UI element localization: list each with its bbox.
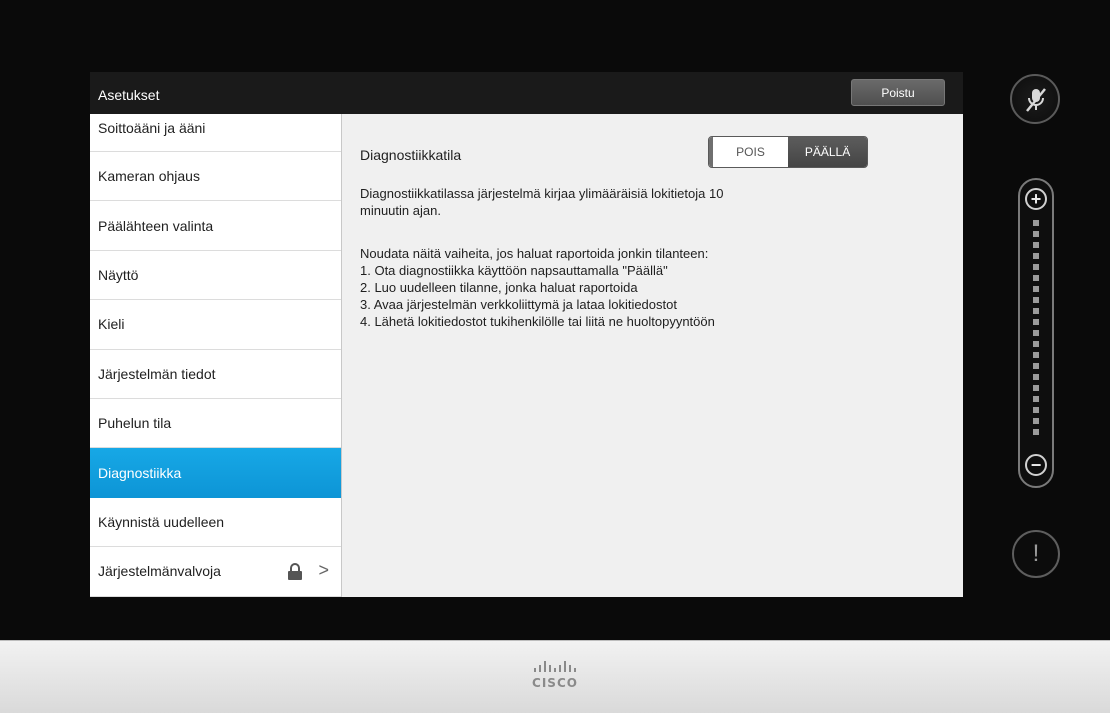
sidebar-item-call-status[interactable]: Puhelun tila <box>90 399 341 449</box>
chevron-right-icon: > <box>318 560 329 581</box>
sidebar-item-label: Soittoääni ja ääni <box>98 120 206 136</box>
sidebar-item-label: Käynnistä uudelleen <box>98 513 225 530</box>
cisco-bars-icon <box>534 661 576 672</box>
sidebar-item-label: Diagnostiikka <box>98 464 182 481</box>
sidebar-item-display[interactable]: Näyttö <box>90 251 341 301</box>
toggle-on-option[interactable]: PÄÄLLÄ <box>788 137 867 167</box>
sidebar-item-camera-control[interactable]: Kameran ohjaus <box>90 152 341 202</box>
sidebar-item-restart[interactable]: Käynnistä uudelleen <box>90 498 341 548</box>
lock-icon <box>287 563 303 584</box>
alert-icon: ! <box>1032 540 1040 567</box>
instruction-step: 1. Ota diagnostiikka käyttöön napsauttam… <box>360 263 668 278</box>
window-header: Asetukset Poistu <box>90 72 963 115</box>
instruction-step: 2. Luo uudelleen tilanne, jonka haluat r… <box>360 280 638 295</box>
sidebar-item-language[interactable]: Kieli <box>90 300 341 350</box>
window-title: Asetukset <box>98 87 160 103</box>
sidebar-item-label: Päälähteen valinta <box>98 217 214 234</box>
diagnostic-description: Diagnostiikkatilassa järjestelmä kirjaa … <box>360 185 830 219</box>
microphone-muted-icon <box>1026 88 1046 112</box>
volume-control[interactable]: + − <box>1018 178 1054 488</box>
diagnostics-panel: Diagnostiikkatila POIS PÄÄLLÄ Diagnostii… <box>342 114 963 597</box>
sidebar-item-label: Kieli <box>98 316 125 333</box>
sidebar-item-label: Järjestelmänvalvoja <box>98 563 221 580</box>
description-line: Diagnostiikkatilassa järjestelmä kirjaa … <box>360 186 724 201</box>
sidebar-item-label: Näyttö <box>98 266 139 283</box>
sidebar-item-main-source[interactable]: Päälähteen valinta <box>90 201 341 251</box>
diagnostic-instructions: Noudata näitä vaiheita, jos haluat rapor… <box>360 245 920 330</box>
instruction-step: 3. Avaa järjestelmän verkkoliittymä ja l… <box>360 297 677 312</box>
toggle-off-option[interactable]: POIS <box>709 137 789 167</box>
sidebar-item-label: Kameran ohjaus <box>98 168 200 185</box>
settings-sidebar: Soittoääni ja ääni Kameran ohjaus Pääläh… <box>90 114 342 597</box>
volume-up-icon[interactable]: + <box>1025 188 1047 210</box>
description-line: minuutin ajan. <box>360 203 441 218</box>
diagnostic-mode-label: Diagnostiikkatila <box>360 147 462 163</box>
exit-button[interactable]: Poistu <box>851 79 945 106</box>
sidebar-item-system-info[interactable]: Järjestelmän tiedot <box>90 350 341 399</box>
sidebar-item-label: Puhelun tila <box>98 415 172 432</box>
sidebar-item-diagnostics[interactable]: Diagnostiikka <box>90 448 341 498</box>
mute-button[interactable] <box>1010 74 1060 124</box>
sidebar-item-label: Järjestelmän tiedot <box>98 365 216 382</box>
cisco-logo: CISCO <box>490 660 620 700</box>
volume-level-ticks <box>1033 220 1041 445</box>
volume-down-icon[interactable]: − <box>1025 454 1047 476</box>
alert-button[interactable]: ! <box>1012 530 1060 578</box>
diagnostic-mode-toggle[interactable]: POIS PÄÄLLÄ <box>708 136 868 168</box>
cisco-wordmark: CISCO <box>532 676 578 690</box>
sidebar-item-administrator[interactable]: Järjestelmänvalvoja > <box>90 547 341 597</box>
settings-window: Asetukset Poistu Soittoääni ja ääni Kame… <box>90 72 963 597</box>
instruction-step: 4. Lähetä lokitiedostot tukihenkilölle t… <box>360 314 715 329</box>
sidebar-item-ringtone-sound[interactable]: Soittoääni ja ääni <box>90 114 341 152</box>
instructions-intro: Noudata näitä vaiheita, jos haluat rapor… <box>360 246 709 261</box>
